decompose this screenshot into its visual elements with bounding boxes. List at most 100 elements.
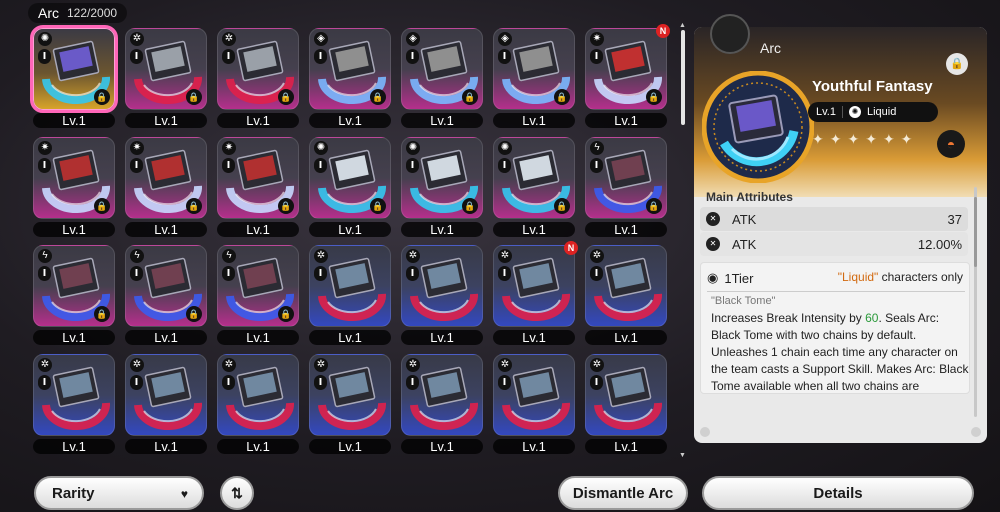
arc-card-frame: ✲ I 🔒 bbox=[125, 28, 207, 110]
element-icon: ◈ bbox=[314, 32, 328, 46]
arc-card[interactable]: ✲ I Lv.1 bbox=[125, 354, 207, 454]
detail-lock-icon[interactable]: 🔒 bbox=[946, 53, 968, 75]
element-icon: ✺ bbox=[38, 32, 52, 46]
tier-badge: I bbox=[498, 49, 511, 64]
card-level-label: Lv.1 bbox=[125, 222, 207, 237]
attribute-row: ✕ ATK 12.00% bbox=[700, 232, 968, 256]
arc-card[interactable]: ✷ I 🔒 Lv.1 bbox=[33, 137, 115, 237]
arc-card[interactable]: ✺ I 🔒 Lv.1 bbox=[30, 25, 118, 128]
arc-card[interactable]: ϟ I 🔒 Lv.1 bbox=[217, 245, 299, 345]
lock-icon: 🔒 bbox=[462, 89, 478, 105]
arc-card[interactable]: ✲ I Lv.1 bbox=[585, 245, 667, 345]
effect-description[interactable]: Increases Break Intensity by 60. Seals A… bbox=[711, 310, 969, 392]
corner-dot bbox=[971, 427, 981, 437]
rarity-sort-dropdown[interactable]: Rarity ♥ bbox=[34, 476, 204, 510]
arc-card[interactable]: ϟ I 🔒 Lv.1 bbox=[585, 137, 667, 237]
lock-icon: 🔒 bbox=[186, 198, 202, 214]
details-button[interactable]: Details bbox=[702, 476, 974, 510]
grid-scrollbar[interactable] bbox=[681, 30, 685, 125]
condition-text: characters only bbox=[878, 270, 963, 284]
arc-card[interactable]: ✲ I Lv.1 bbox=[493, 354, 575, 454]
element-icon: ✷ bbox=[222, 141, 236, 155]
arc-level: Lv.1 bbox=[816, 106, 836, 118]
element-icon: ✲ bbox=[498, 249, 512, 263]
arc-card[interactable]: ✺ I 🔒 Lv.1 bbox=[493, 137, 575, 237]
arc-card[interactable]: ◈ I 🔒 Lv.1 bbox=[493, 28, 575, 128]
arc-card[interactable]: ✷ I 🔒 Lv.1 bbox=[217, 137, 299, 237]
tier-badge: I bbox=[406, 158, 419, 173]
atk-icon: ✕ bbox=[706, 212, 720, 226]
arc-card[interactable]: ✲ I N Lv.1 bbox=[493, 241, 578, 345]
sort-order-button[interactable]: ⇅ bbox=[220, 476, 254, 510]
card-level-label: Lv.1 bbox=[33, 113, 115, 128]
arc-card[interactable]: ✲ I Lv.1 bbox=[401, 245, 483, 345]
arc-card[interactable]: ✲ I Lv.1 bbox=[309, 354, 391, 454]
lock-icon: 🔒 bbox=[94, 89, 110, 105]
star-icon: ✦ bbox=[882, 131, 895, 147]
arc-card[interactable]: ✺ I 🔒 Lv.1 bbox=[309, 137, 391, 237]
tier-badge: I bbox=[590, 49, 603, 64]
dismantle-label: Dismantle Arc bbox=[572, 484, 674, 502]
lock-icon: 🔒 bbox=[278, 306, 294, 322]
arc-card-frame: ✲ I bbox=[585, 354, 667, 436]
element-icon: ✲ bbox=[38, 358, 52, 372]
element-icon: ✺ bbox=[498, 141, 512, 155]
attribute-value: 12.00% bbox=[917, 236, 962, 252]
card-level-label: Lv.1 bbox=[401, 330, 483, 345]
card-level-label: Lv.1 bbox=[493, 330, 575, 345]
tier-target-icon: ◉ bbox=[707, 270, 719, 285]
arc-card[interactable]: ✲ I Lv.1 bbox=[309, 245, 391, 345]
card-level-label: Lv.1 bbox=[585, 330, 667, 345]
card-level-label: Lv.1 bbox=[309, 439, 391, 454]
enhancement-stars: ✦ ✦ ✦ ✦ ✦ ✦ bbox=[812, 131, 912, 148]
card-level-label: Lv.1 bbox=[401, 439, 483, 454]
arc-card[interactable]: ✲ I Lv.1 bbox=[217, 354, 299, 454]
dismantle-arc-button[interactable]: Dismantle Arc bbox=[558, 476, 688, 510]
element-icon: ✷ bbox=[38, 141, 52, 155]
arc-card[interactable]: ◈ I 🔒 Lv.1 bbox=[401, 28, 483, 128]
arc-card[interactable]: ◈ I 🔒 Lv.1 bbox=[309, 28, 391, 128]
arc-card[interactable]: ✲ I 🔒 Lv.1 bbox=[125, 28, 207, 128]
tier-badge: I bbox=[130, 49, 143, 64]
inventory-title: Arc bbox=[38, 5, 59, 21]
arc-card[interactable]: ✲ I Lv.1 bbox=[585, 354, 667, 454]
element-icon: ✲ bbox=[406, 249, 420, 263]
arc-card[interactable]: ✷ I 🔒 Lv.1 bbox=[125, 137, 207, 237]
arc-card-frame: ✲ I bbox=[493, 245, 575, 327]
element-icon: ✲ bbox=[222, 358, 236, 372]
arc-card-frame: ✲ I bbox=[401, 354, 483, 436]
tier-label: 1Tier bbox=[724, 270, 754, 286]
arc-card-frame: ϟ I 🔒 bbox=[33, 245, 115, 327]
arc-card[interactable]: ✺ I 🔒 Lv.1 bbox=[401, 137, 483, 237]
arc-card[interactable]: ✷ I 🔒 N Lv.1 bbox=[585, 24, 670, 128]
arc-card-frame: ϟ I 🔒 bbox=[217, 245, 299, 327]
tier-badge: I bbox=[498, 158, 511, 173]
new-badge: N bbox=[656, 24, 670, 38]
sort-toggle-icon: ⇅ bbox=[231, 484, 243, 501]
arc-card[interactable]: ✲ I 🔒 Lv.1 bbox=[217, 28, 299, 128]
lock-icon: 🔒 bbox=[94, 198, 110, 214]
element-icon: ✲ bbox=[314, 358, 328, 372]
arc-card[interactable]: ✲ I Lv.1 bbox=[401, 354, 483, 454]
scroll-down-arrow-icon[interactable]: ▼ bbox=[679, 452, 686, 459]
element-icon: ϟ bbox=[38, 249, 52, 263]
rarity-label: Rarity bbox=[52, 484, 95, 502]
tier-effect-box: ◉ 1Tier "Liquid" characters only "Black … bbox=[700, 262, 970, 394]
arc-card[interactable]: ϟ I 🔒 Lv.1 bbox=[125, 245, 207, 345]
scroll-up-arrow-icon[interactable]: ▲ bbox=[679, 22, 686, 29]
mascot-icon[interactable]: ◓ bbox=[937, 130, 965, 158]
arc-card[interactable]: ϟ I 🔒 Lv.1 bbox=[33, 245, 115, 345]
inventory-count-pill: Arc 122/2000 bbox=[28, 3, 128, 23]
tier-badge: I bbox=[38, 158, 51, 173]
arc-card-frame: ◈ I 🔒 bbox=[493, 28, 575, 110]
card-level-label: Lv.1 bbox=[585, 439, 667, 454]
arc-inventory-grid: Arc 122/2000 ✺ I 🔒 Lv.1 ✲ I 🔒 Lv.1 ✲ I 🔒 Lv.1 ◈ I 🔒 Lv.… bbox=[0, 0, 690, 465]
element-icon: ✲ bbox=[222, 32, 236, 46]
tier-badge: I bbox=[406, 49, 419, 64]
card-level-label: Lv.1 bbox=[309, 222, 391, 237]
card-level-label: Lv.1 bbox=[33, 222, 115, 237]
detail-scrollbar-thumb[interactable] bbox=[974, 197, 977, 267]
element-icon: ✺ bbox=[314, 141, 328, 155]
tier-badge: I bbox=[406, 375, 419, 390]
arc-card[interactable]: ✲ I Lv.1 bbox=[33, 354, 115, 454]
